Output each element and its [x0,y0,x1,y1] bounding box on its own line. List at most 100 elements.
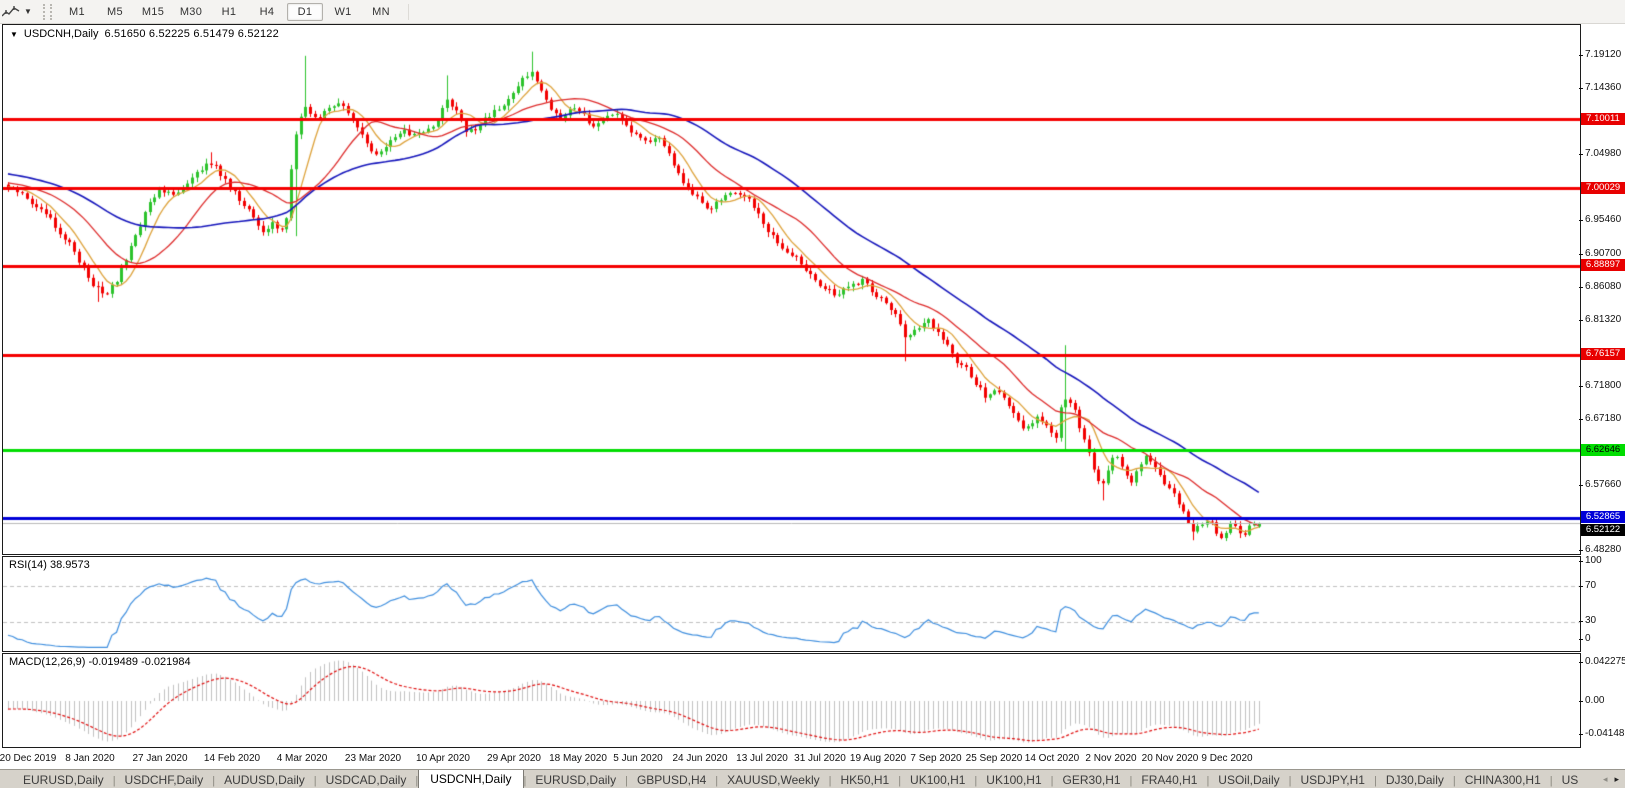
axis-tick-mark [1579,485,1583,486]
date-tick-label: 25 Sep 2020 [965,753,1023,764]
tab-UK100-H1[interactable]: UK100,H1 [977,771,1050,788]
price-tick-label: 6.81320 [1585,314,1622,325]
date-tick-label: 20 Nov 2020 [1141,753,1199,764]
tab-strip: EURUSD,Daily | USDCHF,Daily | AUDUSD,Daily | U… [0,770,1599,788]
price-level-badge: 7.00029 [1581,182,1625,194]
price-tick-label: 6.48280 [1585,544,1622,555]
date-tick-label: 9 Dec 2020 [1201,753,1253,764]
price-level-badge: 6.62646 [1581,444,1625,456]
date-tick-label: 8 Jan 2020 [65,753,115,764]
tab-USDCHF-Daily[interactable]: USDCHF,Daily [116,771,213,788]
axis-tick-mark [1579,662,1583,663]
axis-tick-mark [1579,561,1583,562]
date-tick-label: 13 Jul 2020 [736,753,788,764]
axis-tick-mark [1579,419,1583,420]
tab-EURUSD-Daily[interactable]: EURUSD,Daily [526,771,625,788]
tab-USDCAD-Daily[interactable]: USDCAD,Daily [317,771,416,788]
price-tick-label: 6.67180 [1585,413,1622,424]
rsi-scale-label: 70 [1585,580,1597,591]
tab-DJ30-Daily[interactable]: DJ30,Daily [1377,771,1453,788]
tab-US[interactable]: US [1553,771,1579,788]
axis-tick-mark [1579,639,1583,640]
scroll-right-icon[interactable]: ▸ [1614,774,1619,785]
date-tick-label: 14 Feb 2020 [203,753,261,764]
date-tick-label: 18 May 2020 [549,753,607,764]
toolbar-grip [43,3,52,20]
tab-EURUSD-Daily[interactable]: EURUSD,Daily [14,771,113,788]
tab-CHINA300-H1[interactable]: CHINA300,H1 [1456,771,1550,788]
axis-tick-mark [1579,154,1583,155]
chart-canvas[interactable] [3,24,1580,748]
date-tick-label: 19 Aug 2020 [849,753,907,764]
tab-USDJPY-H1[interactable]: USDJPY,H1 [1292,771,1374,788]
chart-symbol-label: USDCNH,Daily [23,28,99,40]
price-tick-label: 6.57660 [1585,479,1622,490]
rsi-scale-label: 100 [1585,555,1602,566]
scroll-left-icon[interactable]: ◂ [1603,774,1608,785]
date-tick-label: 23 Mar 2020 [344,753,402,764]
timeframe-button-H4[interactable]: H4 [249,3,285,21]
price-level-badge: 6.88897 [1581,259,1625,271]
axis-tick-mark [1579,220,1583,221]
timeframe-button-W1[interactable]: W1 [325,3,361,21]
axis-tick-mark [1579,586,1583,587]
macd-label: MACD(12,26,9) -0.019489 -0.021984 [9,656,191,668]
axis-tick-mark [1579,320,1583,321]
axis-tick-mark [1579,55,1583,56]
price-tick-label: 6.71800 [1585,380,1622,391]
date-tick-label: 20 Dec 2019 [0,753,57,764]
rsi-scale-label: 30 [1585,615,1597,626]
rsi-label: RSI(14) 38.9573 [9,559,90,571]
axis-tick-mark [1579,621,1583,622]
axis-tick-mark [1579,701,1583,702]
tab-USOil-Daily[interactable]: USOil,Daily [1209,771,1288,788]
macd-scale-label: 0.042275 [1585,656,1625,667]
price-tick-label: 7.04980 [1585,148,1622,159]
timeframe-button-MN[interactable]: MN [363,3,399,21]
axis-tick-mark [1579,386,1583,387]
mt4-application-window: ▼ M1 M5 M15 M30 H1 H4 D1 W1 MN ▼ USDCNH,Daily 6.… [0,0,1625,788]
chart-type-icon[interactable] [1,4,21,20]
tab-USDCNH-Daily[interactable]: USDCNH,Daily [418,770,524,788]
rsi-scale-label: 0 [1585,633,1591,644]
date-tick-label: 27 Jan 2020 [132,753,188,764]
tab-FRA40-H1[interactable]: FRA40,H1 [1132,771,1206,788]
tab-HK50-H1[interactable]: HK50,H1 [831,771,898,788]
axis-tick-mark [1579,287,1583,288]
timeframe-button-M1[interactable]: M1 [59,3,95,21]
date-tick-label: 7 Sep 2020 [910,753,962,764]
tab-AUDUSD-Daily[interactable]: AUDUSD,Daily [215,771,314,788]
timeframes-toolbar: ▼ M1 M5 M15 M30 H1 H4 D1 W1 MN [0,0,1625,24]
tab-GBPUSD-H4[interactable]: GBPUSD,H4 [628,771,715,788]
tab-XAUUSD-Weekly[interactable]: XAUUSD,Weekly [718,771,828,788]
date-tick-label: 24 Jun 2020 [672,753,728,764]
tab-GER30-H1[interactable]: GER30,H1 [1054,771,1130,788]
timeframe-button-D1[interactable]: D1 [287,2,323,21]
date-tick-label: 4 Mar 2020 [276,753,328,764]
chart-tab-bar: EURUSD,Daily | USDCHF,Daily | AUDUSD,Daily | U… [0,769,1625,788]
price-tick-label: 6.90700 [1585,248,1622,259]
date-tick-label: 5 Jun 2020 [613,753,663,764]
axis-tick-mark [1579,550,1583,551]
date-axis: 20 Dec 2019 8 Jan 2020 27 Jan 2020 14 Feb 2… [0,748,1625,769]
timeframe-button-H1[interactable]: H1 [211,3,247,21]
tab-UK100-H1[interactable]: UK100,H1 [901,771,974,788]
timeframe-buttons: M1 M5 M15 M30 H1 H4 D1 W1 MN [58,2,400,21]
date-tick-label: 2 Nov 2020 [1085,753,1137,764]
timeframe-button-M30[interactable]: M30 [173,3,209,21]
price-level-badge: 6.76157 [1581,348,1625,360]
timeframe-button-M15[interactable]: M15 [135,3,171,21]
macd-scale-label: 0.00 [1585,695,1605,706]
chart-collapse-caret[interactable]: ▼ [10,30,18,39]
price-tick-label: 7.19120 [1585,49,1622,60]
chart-type-dropdown-caret[interactable]: ▼ [21,7,35,16]
chart-title: ▼ USDCNH,Daily 6.51650 6.52225 6.51479 6… [10,28,279,40]
timeframe-button-M5[interactable]: M5 [97,3,133,21]
date-tick-label: 14 Oct 2020 [1024,753,1080,764]
price-level-badge: 7.10011 [1581,113,1625,125]
axis-tick-mark [1579,88,1583,89]
axis-tick-mark [1579,734,1583,735]
toolbar-separator [408,3,409,20]
date-tick-label: 29 Apr 2020 [487,753,541,764]
macd-scale-label: -0.04148 [1585,728,1625,739]
